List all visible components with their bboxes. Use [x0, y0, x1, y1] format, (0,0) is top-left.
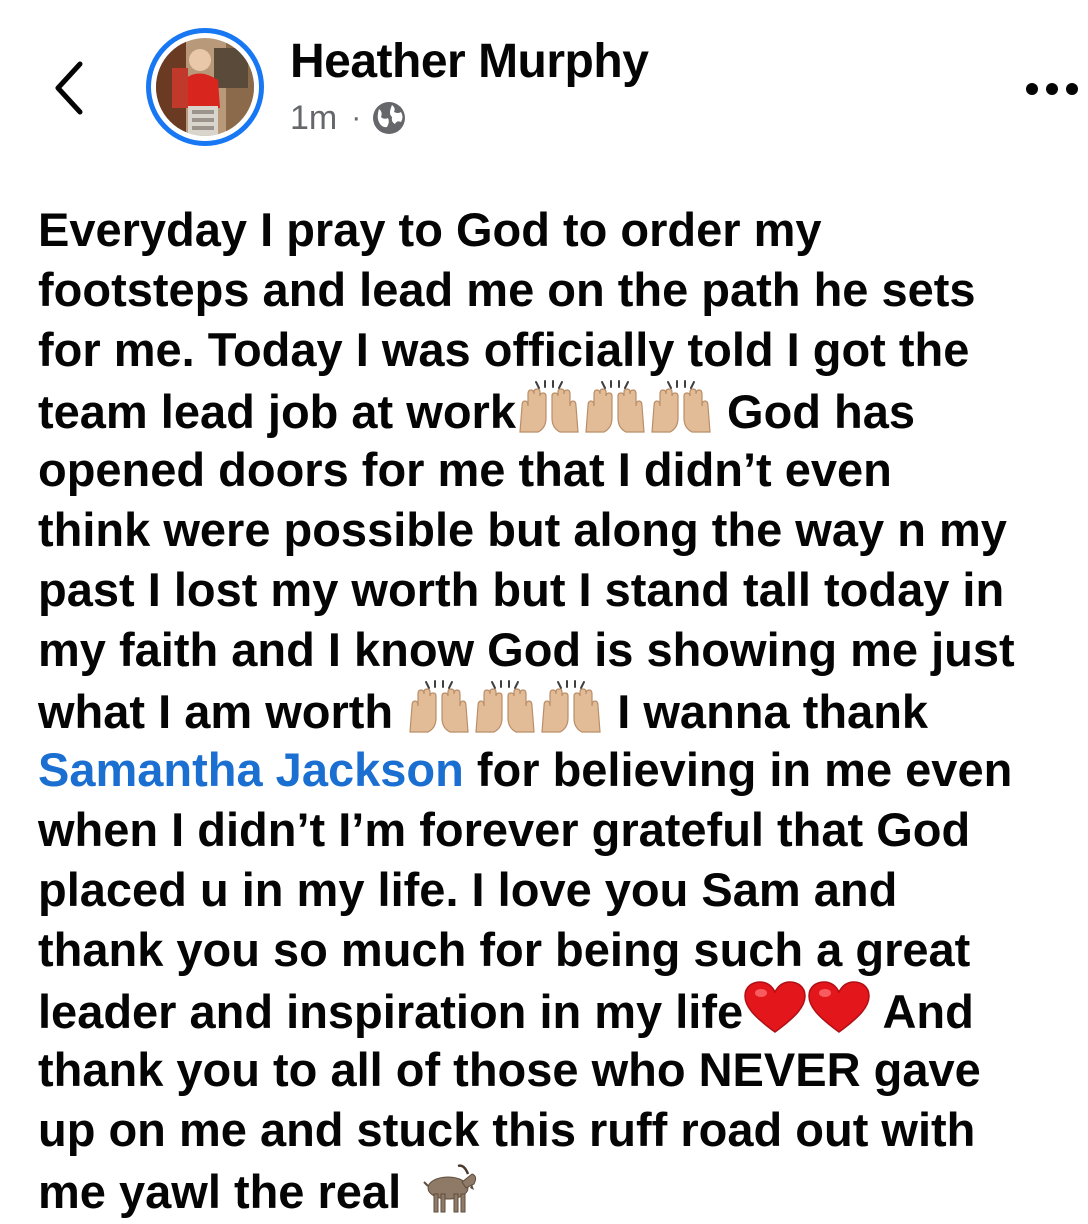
goat-emoji-icon — [414, 1160, 480, 1216]
post-text-line: my faith and I know God is showing me ju… — [38, 620, 1084, 680]
post-text-segment: team lead job at work — [38, 385, 516, 438]
post-text-segment: past I lost my worth but I stand tall to… — [38, 563, 1005, 616]
post-text-line: think were possible but along the way n … — [38, 500, 1084, 560]
post-text-line: team lead job at work God has — [38, 380, 1084, 440]
post-text-line: Samantha Jackson for believing in me eve… — [38, 740, 1084, 800]
post-header: Heather Murphy 1m · — [0, 0, 1088, 170]
post-text-line: footsteps and lead me on the path he set… — [38, 260, 1084, 320]
post-text: Everyday I pray to God to order my footst… — [38, 200, 1084, 1220]
globe-icon[interactable] — [371, 100, 407, 136]
post-text-segment: thank you so much for being such a great — [38, 923, 971, 976]
post-text-segment: for believing in me even — [463, 743, 1013, 796]
chevron-left-icon — [55, 61, 83, 115]
post-text-segment: what I am worth — [38, 685, 407, 738]
post-text-line: opened doors for me that I didn’t even — [38, 440, 1084, 500]
post-text-segment: thank you to all of those who NEVER gave — [38, 1043, 981, 1096]
red-heart-emoji-icon — [807, 980, 871, 1036]
post-text-segment: think were possible but along the way n … — [38, 503, 1007, 556]
raising-hands-emoji-icon — [538, 680, 604, 736]
post-text-segment: Everyday I pray to God to order my — [38, 203, 822, 256]
post-text-line: leader and inspiration in my life And — [38, 980, 1084, 1040]
post-text-line: when I didn’t I’m forever grateful that … — [38, 800, 1084, 860]
raising-hands-emoji-icon — [406, 680, 472, 736]
raising-hands-emoji-icon — [472, 680, 538, 736]
post-text-line: thank you to all of those who NEVER gave — [38, 1040, 1084, 1100]
post-text-segment: up on me and stuck this ruff road out wi… — [38, 1103, 976, 1156]
timestamp[interactable]: 1m — [290, 99, 337, 138]
meta-separator: · — [351, 101, 362, 134]
post-text-line: for me. Today I was officially told I go… — [38, 320, 1084, 380]
raising-hands-emoji-icon — [648, 380, 714, 436]
back-button[interactable] — [44, 52, 100, 122]
post-text-segment: me yawl the real — [38, 1165, 415, 1218]
post-text-segment: God has — [713, 385, 916, 438]
raising-hands-emoji-icon — [582, 380, 648, 436]
post-meta: 1m · — [290, 96, 407, 140]
post-text-line: Everyday I pray to God to order my — [38, 200, 1084, 260]
post-text-line: past I lost my worth but I stand tall to… — [38, 560, 1084, 620]
post-text-segment: And — [871, 985, 974, 1038]
more-horizontal-icon — [1026, 83, 1078, 95]
post-text-segment: for me. Today I was officially told I go… — [38, 323, 970, 376]
red-heart-emoji-icon — [743, 980, 807, 1036]
post-text-segment: I wanna thank — [604, 685, 929, 738]
post-text-segment: when I didn’t I’m forever grateful that … — [38, 803, 971, 856]
post-text-segment: leader and inspiration in my life — [38, 985, 744, 1038]
avatar[interactable] — [146, 28, 264, 146]
post-text-segment: my faith and I know God is showing me ju… — [38, 623, 1015, 676]
mention-link[interactable]: Samantha Jackson — [38, 743, 464, 796]
post-text-segment: placed u in my life. I love you Sam and — [38, 863, 898, 916]
raising-hands-emoji-icon — [516, 380, 582, 436]
post-text-line: what I am worth I wanna thank — [38, 680, 1084, 740]
post-text-line: placed u in my life. I love you Sam and — [38, 860, 1084, 920]
more-options-button[interactable] — [1022, 74, 1082, 104]
post-text-segment: footsteps and lead me on the path he set… — [38, 263, 976, 316]
post-text-line: up on me and stuck this ruff road out wi… — [38, 1100, 1084, 1160]
post-text-line: thank you so much for being such a great — [38, 920, 1084, 980]
post-text-segment: opened doors for me that I didn’t even — [38, 443, 892, 496]
author-name[interactable]: Heather Murphy — [290, 34, 649, 89]
post-text-line: me yawl the real — [38, 1160, 1084, 1220]
avatar-photo — [156, 38, 254, 136]
